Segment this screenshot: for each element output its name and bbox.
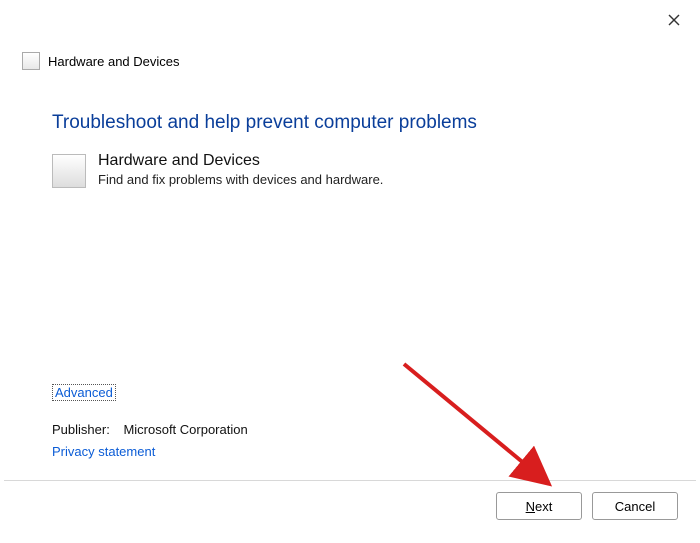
hardware-devices-icon — [52, 154, 86, 188]
item-description: Find and fix problems with devices and h… — [98, 172, 383, 187]
annotation-arrow — [394, 354, 584, 514]
window-title: Hardware and Devices — [48, 54, 180, 69]
next-button-rest: ext — [535, 499, 552, 514]
page-heading: Troubleshoot and help prevent computer p… — [52, 112, 477, 134]
close-icon — [668, 14, 680, 26]
cancel-button[interactable]: Cancel — [592, 492, 678, 520]
close-button[interactable] — [666, 12, 682, 28]
titlebar: Hardware and Devices — [22, 52, 180, 70]
button-row: Next Cancel — [496, 492, 678, 520]
publisher-label: Publisher: — [52, 422, 110, 437]
privacy-statement-link[interactable]: Privacy statement — [52, 444, 155, 459]
troubleshooter-item: Hardware and Devices Find and fix proble… — [52, 152, 383, 188]
footer-divider — [4, 480, 696, 481]
troubleshooter-icon — [22, 52, 40, 70]
publisher-row: Publisher: Microsoft Corporation — [52, 422, 248, 437]
advanced-link[interactable]: Advanced — [52, 384, 116, 401]
publisher-value: Microsoft Corporation — [123, 422, 247, 437]
item-title: Hardware and Devices — [98, 152, 383, 170]
troubleshooter-dialog: Hardware and Devices Troubleshoot and he… — [4, 4, 696, 532]
next-button[interactable]: Next — [496, 492, 582, 520]
